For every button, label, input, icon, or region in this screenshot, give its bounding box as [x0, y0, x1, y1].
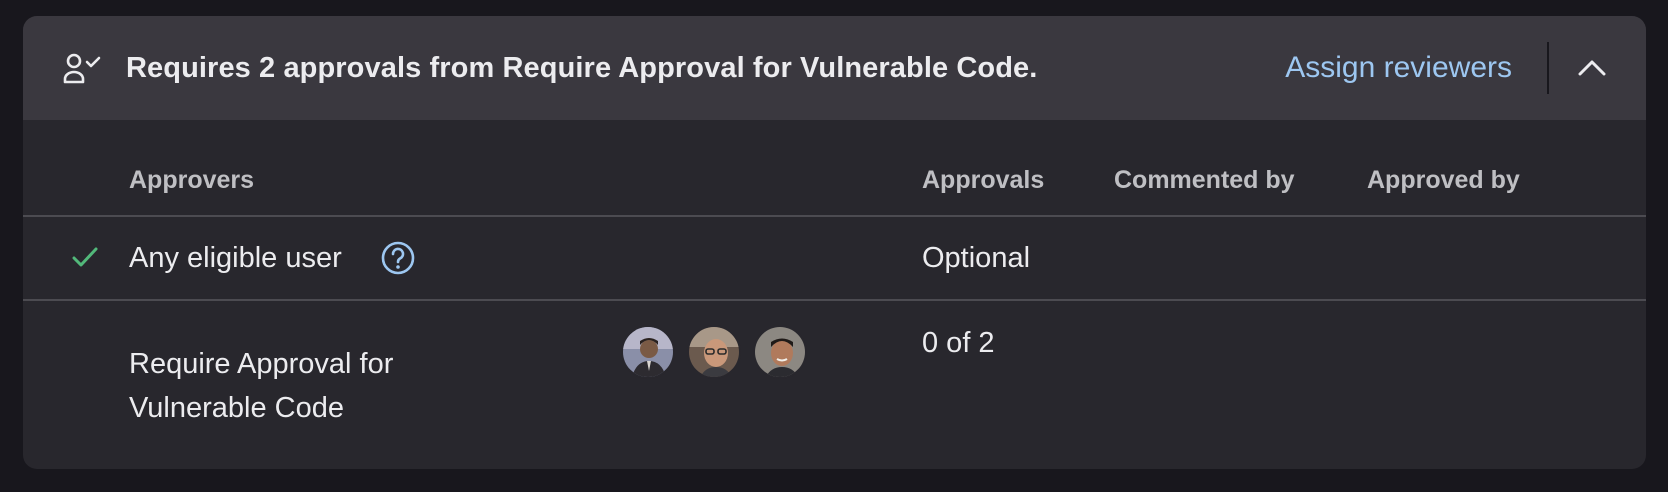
- approvals-count: 0 of 2: [922, 327, 995, 359]
- question-circle-icon[interactable]: [380, 240, 416, 276]
- approval-header: Requires 2 approvals from Require Approv…: [23, 16, 1646, 120]
- approver-any-eligible-user: Any eligible user: [129, 242, 342, 274]
- column-header-approvers: Approvers: [129, 166, 255, 194]
- column-header-approvals: Approvals: [922, 166, 1045, 194]
- user-check-icon: [63, 53, 101, 84]
- header-row-divider: [23, 215, 1646, 217]
- header-divider: [1547, 42, 1549, 94]
- avatar-image: [755, 327, 805, 377]
- approval-summary-title: Requires 2 approvals from Require Approv…: [126, 51, 1038, 84]
- avatar[interactable]: [753, 325, 807, 379]
- approval-rules-panel: Requires 2 approvals from Require Approv…: [23, 16, 1646, 469]
- row-divider: [23, 299, 1646, 301]
- collapse-button[interactable]: [1566, 43, 1618, 93]
- avatar[interactable]: [621, 325, 675, 379]
- column-header-commented-by: Commented by: [1114, 166, 1295, 194]
- avatar-image: [623, 327, 673, 377]
- avatar[interactable]: [687, 325, 741, 379]
- column-header-approved-by: Approved by: [1367, 166, 1520, 194]
- approvals-optional: Optional: [922, 242, 1031, 274]
- check-icon: [72, 247, 98, 267]
- avatar-image: [689, 327, 739, 377]
- assign-reviewers-link[interactable]: Assign reviewers: [1285, 16, 1512, 120]
- chevron-up-icon: [1578, 60, 1606, 76]
- approver-rule-name: Require Approval for Vulnerable Code: [129, 348, 394, 424]
